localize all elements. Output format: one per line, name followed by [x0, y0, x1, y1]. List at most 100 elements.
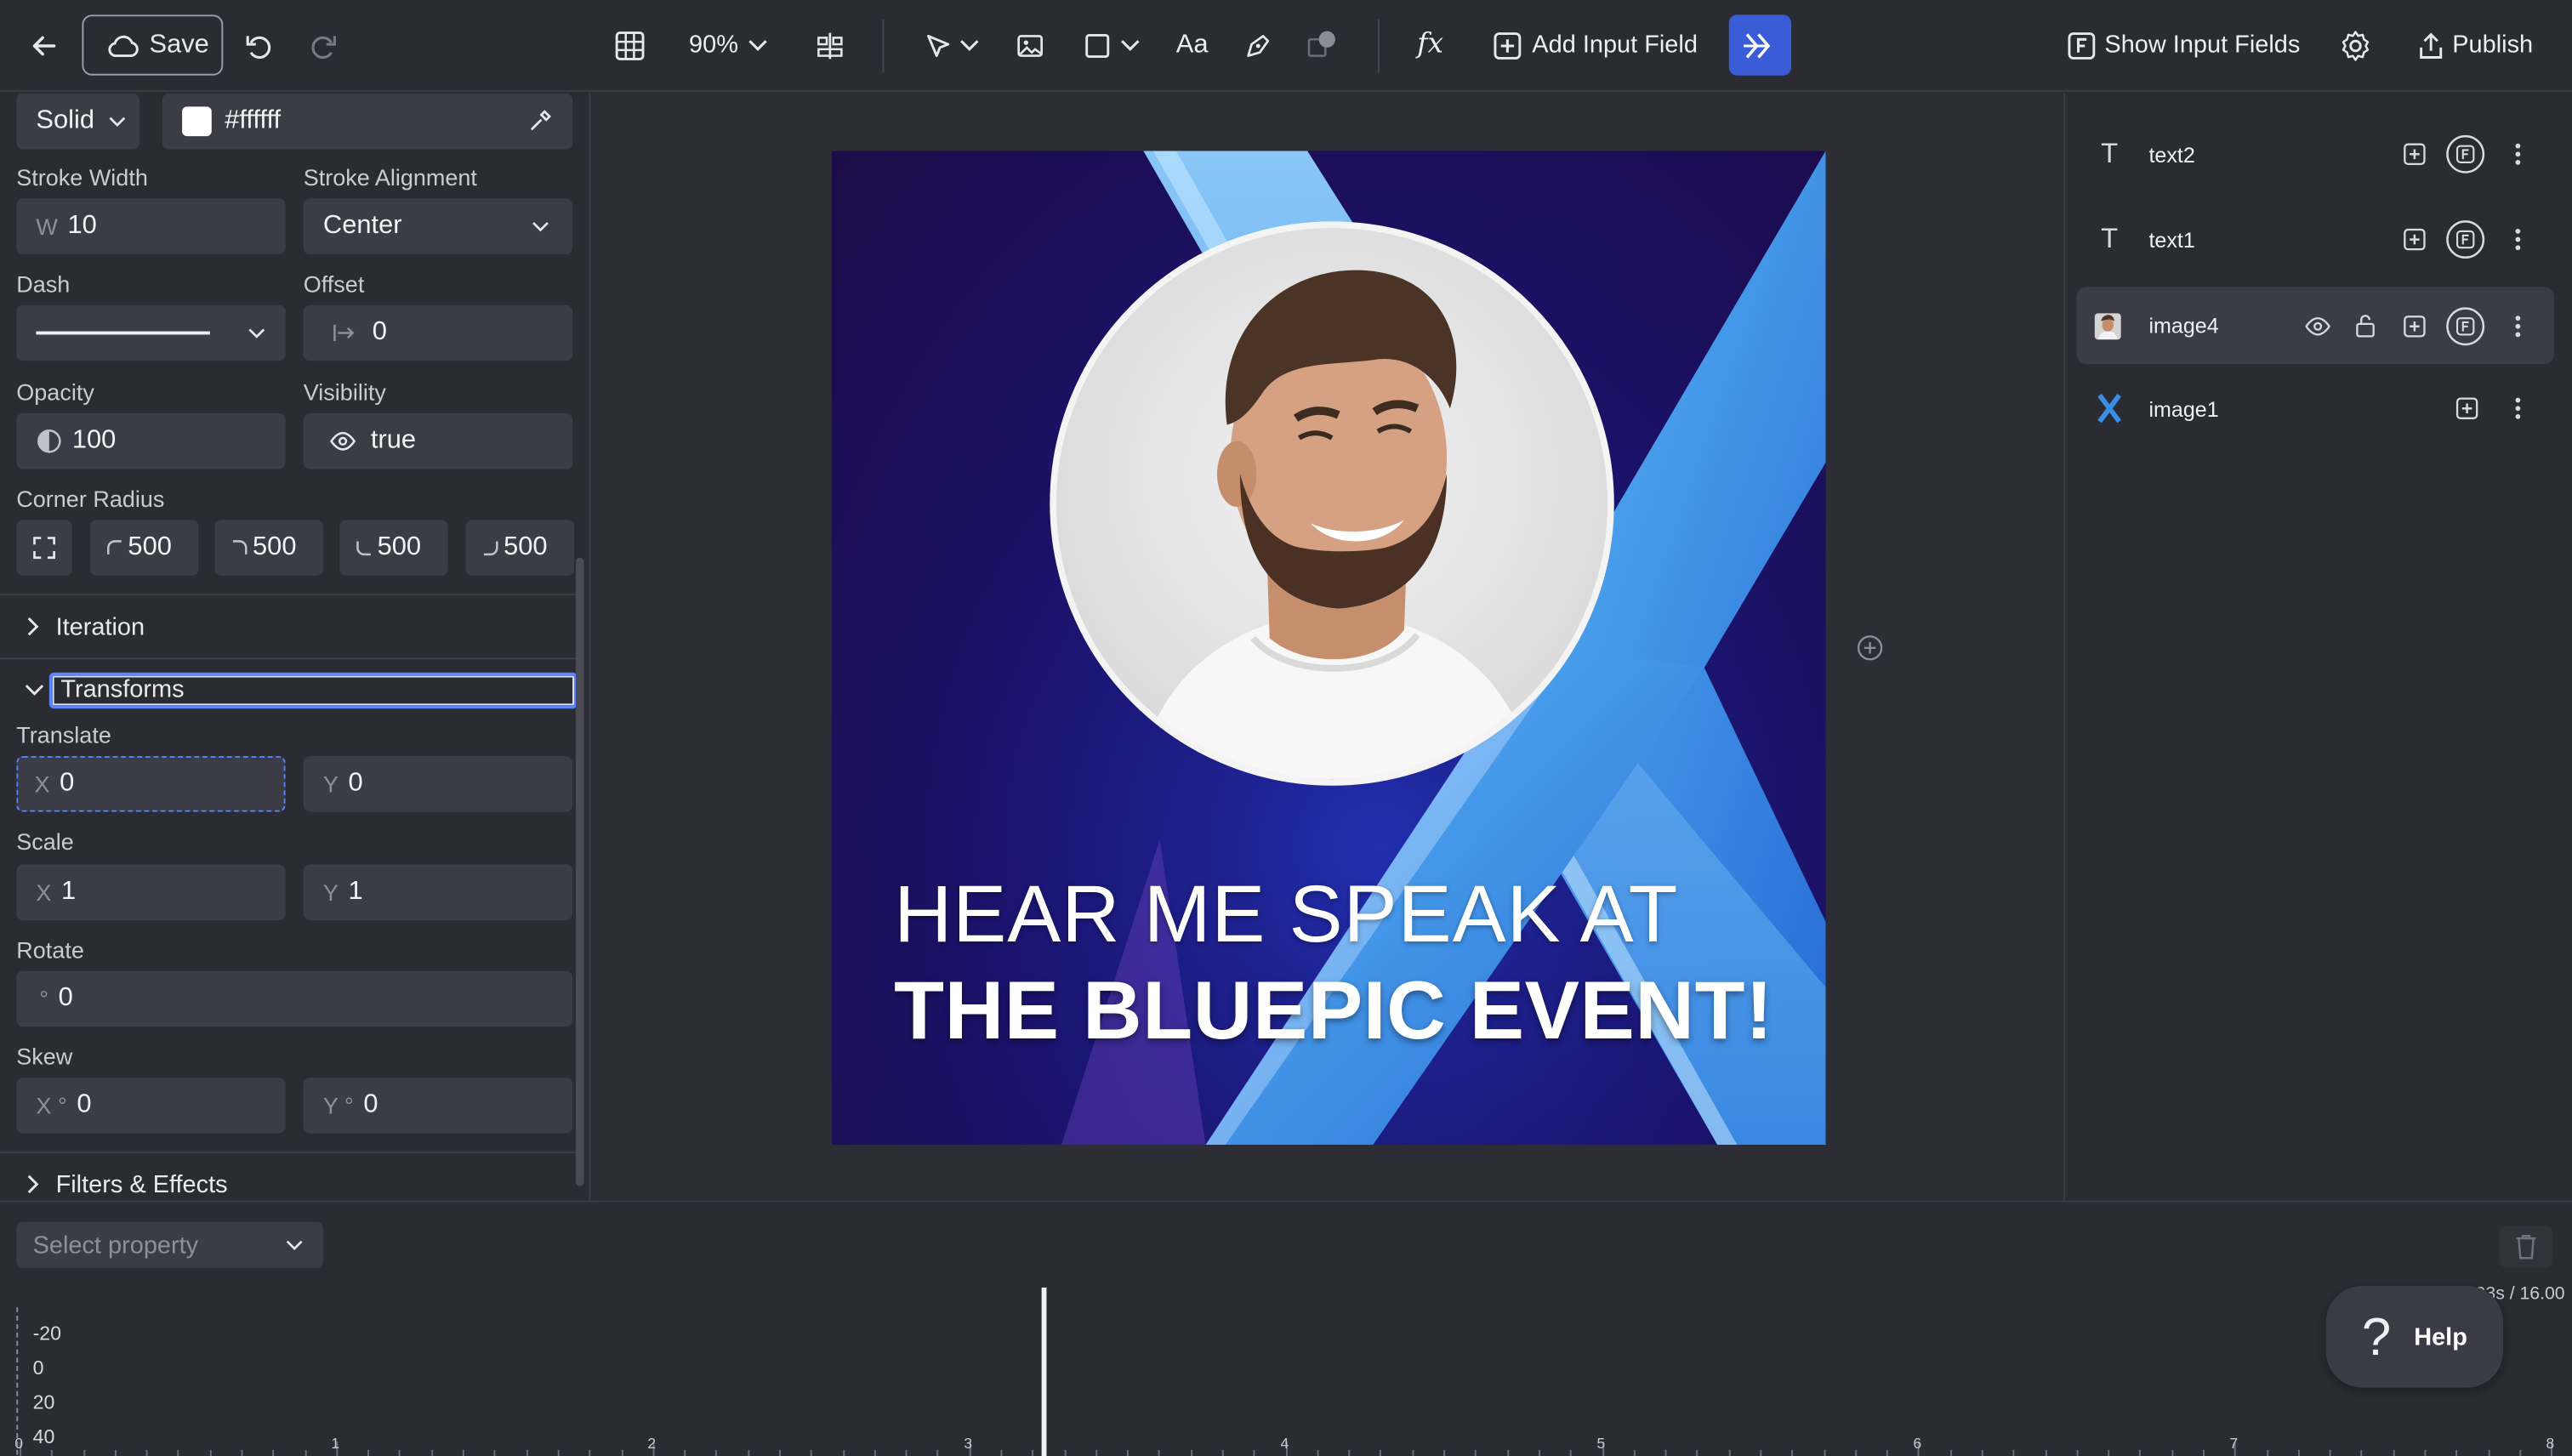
select-property-dropdown[interactable]: Select property [16, 1221, 323, 1268]
rotate-input[interactable]: ° 0 [16, 970, 573, 1027]
playhead[interactable] [1041, 1287, 1047, 1456]
show-input-fields-button[interactable]: Show Input Fields [2104, 31, 2300, 60]
skew-x-input[interactable]: X ° 0 [16, 1078, 286, 1134]
timeline-y-tick-label: -20 [32, 1322, 62, 1345]
add-field-plus-icon[interactable] [2401, 141, 2427, 168]
corner-top-right-input[interactable]: 500 [214, 520, 323, 576]
input-fields-f-icon[interactable] [2063, 28, 2099, 64]
image-tool-icon[interactable] [1010, 26, 1050, 65]
scale-x-value: 1 [61, 877, 77, 906]
filters-effects-section-header[interactable]: Filters & Effects [0, 1166, 578, 1201]
headline-line-2[interactable]: THE BLUEPIC EVENT! [894, 963, 1773, 1058]
text-tool-icon[interactable]: Aa [1176, 31, 1209, 61]
ruler-tick [1506, 1449, 1509, 1456]
transforms-label[interactable]: Transforms [48, 672, 578, 709]
help-button[interactable]: ? Help [2325, 1286, 2504, 1388]
eyedropper-icon[interactable] [526, 108, 553, 134]
more-vertical-icon[interactable] [2510, 139, 2526, 169]
zoom-level[interactable]: 90% [689, 31, 738, 60]
zoom-chevron-down-icon[interactable] [745, 30, 771, 63]
ruler-tick [1221, 1449, 1224, 1456]
save-button[interactable]: Save [82, 14, 224, 76]
properties-scrollbar[interactable] [575, 557, 584, 1186]
settings-gear-icon[interactable] [2336, 26, 2375, 65]
stroke-width-value: 10 [67, 211, 97, 240]
field-f-icon[interactable] [2446, 134, 2485, 173]
ruler-tick [2139, 1449, 2142, 1456]
ruler-tick [747, 1449, 749, 1456]
ruler-tick [1696, 1449, 1699, 1456]
pen-tool-icon[interactable] [1238, 26, 1277, 65]
add-field-plus-icon[interactable] [1489, 28, 1525, 64]
undo-icon[interactable] [240, 26, 279, 65]
dash-select[interactable] [16, 304, 286, 361]
scale-x-input[interactable]: X 1 [16, 864, 286, 920]
transforms-section-header[interactable]: Transforms [0, 672, 578, 709]
field-f-icon[interactable] [2446, 306, 2485, 345]
scale-y-input[interactable]: Y 1 [303, 864, 573, 920]
fill-type-value: Solid [36, 106, 95, 135]
skew-y-prefix: Y ° [322, 1092, 354, 1119]
forward-arrows-icon [1744, 32, 1771, 58]
fill-type-select[interactable]: Solid [16, 93, 139, 150]
redo-icon[interactable] [304, 26, 343, 65]
ruler-tick [51, 1449, 54, 1456]
more-vertical-icon[interactable] [2510, 394, 2526, 424]
add-field-plus-icon[interactable] [2401, 312, 2427, 338]
ruler-tick [2455, 1449, 2458, 1456]
add-field-plus-icon[interactable] [2454, 395, 2480, 422]
layer-row[interactable]: image1 [2077, 371, 2554, 446]
x-prefix: X [34, 771, 50, 798]
grid-icon[interactable] [610, 26, 649, 65]
skew-y-input[interactable]: Y ° 0 [303, 1078, 573, 1134]
back-arrow-icon[interactable] [23, 26, 65, 65]
mask-tool-icon[interactable] [1302, 25, 1341, 64]
layer-row[interactable]: T text1 [2077, 202, 2554, 277]
corner-bl-icon [356, 541, 371, 556]
shape-chevron-down-icon[interactable] [1118, 30, 1141, 63]
ruler-tick [1095, 1449, 1097, 1456]
offset-input[interactable]: 0 [303, 304, 573, 361]
layer-row-selected[interactable]: image4 [2076, 287, 2554, 365]
add-input-field-button[interactable]: Add Input Field [1532, 31, 1698, 60]
help-label: Help [2414, 1322, 2467, 1351]
filters-effects-label: Filters & Effects [55, 1170, 228, 1198]
more-vertical-icon[interactable] [2510, 225, 2526, 254]
add-field-plus-icon[interactable] [2401, 226, 2427, 253]
align-icon[interactable] [811, 26, 850, 65]
visibility-eye-icon[interactable] [2303, 312, 2333, 338]
layer-name: text2 [2148, 141, 2195, 167]
stroke-alignment-select[interactable]: Center [303, 198, 573, 254]
pointer-tool-icon[interactable] [919, 26, 958, 65]
iteration-section-header[interactable]: Iteration [0, 609, 578, 645]
delete-trash-icon[interactable] [2500, 1225, 2552, 1268]
ruler-tick [1127, 1449, 1130, 1456]
pointer-chevron-down-icon[interactable] [958, 30, 981, 63]
visibility-select[interactable]: true [303, 413, 573, 469]
corner-bottom-left-input[interactable]: 500 [339, 520, 448, 576]
publish-button[interactable]: Publish [2452, 31, 2533, 60]
automation-toggle-button[interactable] [1728, 14, 1792, 76]
shape-tool-icon[interactable] [1078, 26, 1117, 65]
translate-y-value: 0 [348, 769, 363, 798]
opacity-input[interactable]: 100 [16, 413, 286, 469]
field-f-icon[interactable] [2446, 219, 2485, 259]
translate-y-input[interactable]: Y 0 [303, 756, 573, 812]
unlock-icon[interactable] [2354, 312, 2377, 338]
color-swatch[interactable] [182, 106, 212, 137]
speaker-photo[interactable] [1050, 221, 1614, 786]
stroke-width-input[interactable]: W 10 [16, 198, 286, 254]
more-vertical-icon[interactable] [2510, 310, 2526, 340]
corner-top-left-input[interactable]: 500 [90, 520, 199, 576]
add-page-plus-icon[interactable] [1855, 633, 1885, 663]
headline-line-1[interactable]: HEAR ME SPEAK AT [894, 869, 1678, 961]
corner-bottom-right-input[interactable]: 500 [465, 520, 575, 576]
function-fx-icon[interactable]: fx [1417, 28, 1443, 61]
section-divider [0, 657, 578, 660]
upload-icon[interactable] [2415, 28, 2448, 64]
fill-color-field[interactable]: #ffffff [162, 93, 573, 150]
translate-x-input[interactable]: X 0 [16, 756, 286, 812]
layer-row[interactable]: T text2 [2077, 117, 2554, 192]
corner-expand-button[interactable] [16, 520, 72, 576]
timeline-ruler[interactable]: 012345678 [14, 1429, 2572, 1456]
